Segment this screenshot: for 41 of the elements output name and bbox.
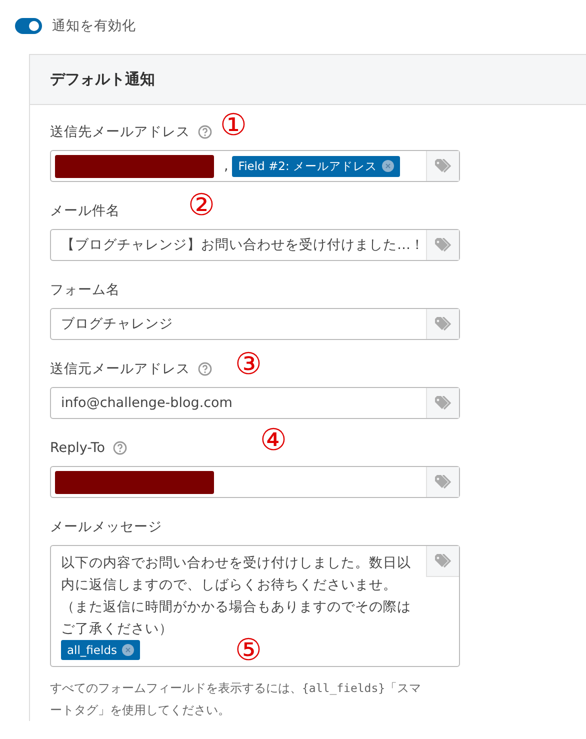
panel-title: デフォルト通知 xyxy=(50,70,155,89)
smart-tag-button[interactable] xyxy=(426,230,459,260)
field-label: メール件名 xyxy=(50,202,120,220)
smart-tag-button[interactable] xyxy=(426,151,459,181)
input-field[interactable]: 【ブログチャレンジ】お問い合わせを受け付けました…！ xyxy=(50,229,460,261)
annotation-number: ④ xyxy=(260,425,287,457)
hint-text: すべてのフォームフィールドを表示するには、{all_fields}「スマートタグ」を使用してください。 xyxy=(50,680,422,719)
tags-icon xyxy=(434,396,452,410)
toggle-label: 通知を有効化 xyxy=(52,17,136,35)
toggle-switch[interactable] xyxy=(15,18,42,34)
field-label: メールメッセージ xyxy=(50,518,162,536)
annotation-number: ③ xyxy=(235,349,262,381)
annotation-number: ⑤ xyxy=(235,635,262,667)
tags-icon xyxy=(434,159,452,173)
field-value: ブログチャレンジ xyxy=(60,315,173,333)
tags-icon xyxy=(434,317,452,331)
field-value: info@challenge-blog.com xyxy=(60,395,232,411)
smart-tag-button[interactable] xyxy=(426,546,459,577)
input-field[interactable] xyxy=(50,466,460,498)
field-label: Reply-To xyxy=(50,440,105,456)
tags-icon xyxy=(434,475,452,489)
smart-tag-button[interactable] xyxy=(426,467,459,497)
field-label: 送信先メールアドレス xyxy=(50,123,190,141)
annotation-number: ② xyxy=(188,190,215,222)
field-value: 以下の内容でお問い合わせを受け付けしました。数日以内に返信しますので、しばらくお待ちくださいませ。（また返信に時間がかかる場合もありますのでその際はご了承ください） xyxy=(61,554,411,638)
input-field[interactable]: , Field #2: メールアドレス xyxy=(50,150,460,182)
input-field[interactable]: ブログチャレンジ xyxy=(50,308,460,340)
remove-icon xyxy=(122,644,134,656)
smart-tag[interactable]: Field #2: メールアドレス xyxy=(232,156,400,176)
smart-tag[interactable]: all_fields xyxy=(61,640,140,660)
smart-tag-button[interactable] xyxy=(426,388,459,418)
field-label: フォーム名 xyxy=(50,281,120,299)
field-value: 【ブログチャレンジ】お問い合わせを受け付けました…！ xyxy=(60,236,424,254)
tags-icon xyxy=(434,238,452,252)
smart-tag-button[interactable] xyxy=(426,309,459,339)
input-field[interactable]: info@challenge-blog.com xyxy=(50,387,460,419)
remove-icon xyxy=(382,160,394,172)
field-value: , xyxy=(223,158,228,174)
field-label: 送信元メールアドレス xyxy=(50,360,190,378)
annotation-number: ① xyxy=(220,110,247,142)
tags-icon xyxy=(434,554,452,568)
